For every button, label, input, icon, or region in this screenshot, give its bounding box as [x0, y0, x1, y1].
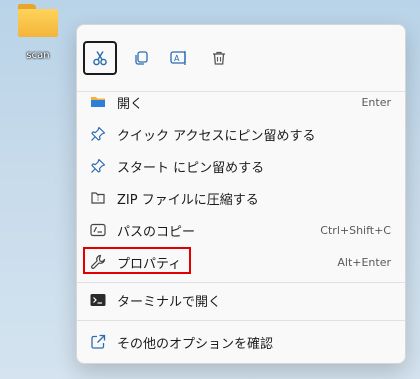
menu-item-compress-zip[interactable]: ZIP ファイルに圧縮する: [81, 182, 401, 214]
separator: [77, 320, 405, 321]
copy-button[interactable]: [125, 42, 157, 74]
rename-icon: A: [170, 51, 186, 65]
context-menu: A 開く Enter クイック アクセスにピン留めする スタート にピン留めする…: [76, 24, 406, 364]
desktop-folder[interactable]: scan: [8, 2, 68, 61]
menu-item-shortcut: Alt+Enter: [337, 255, 391, 269]
zip-icon: [89, 189, 107, 207]
context-menu-icon-bar: A: [77, 25, 405, 91]
menu-item-label: ZIP ファイルに圧縮する: [117, 192, 259, 208]
pin-icon: [89, 125, 107, 143]
menu-item-label: ターミナルで開く: [117, 294, 222, 310]
copy-icon: [135, 51, 148, 65]
menu-item-open-terminal[interactable]: ターミナルで開く: [81, 284, 401, 316]
menu-item-pin-start[interactable]: スタート にピン留めする: [81, 150, 401, 182]
menu-item-open[interactable]: 開く Enter: [81, 86, 401, 118]
folder-icon: [16, 2, 60, 38]
copy-path-icon: [89, 221, 107, 239]
menu-item-label: クイック アクセスにピン留めする: [117, 128, 316, 144]
share-icon: [89, 333, 107, 351]
menu-item-shortcut: Enter: [361, 95, 391, 109]
menu-item-label: その他のオプションを確認: [117, 336, 274, 352]
menu-item-shortcut: Ctrl+Shift+C: [320, 223, 391, 237]
delete-icon: [213, 51, 225, 65]
terminal-icon: [89, 291, 107, 309]
menu-item-copy-path[interactable]: パスのコピー Ctrl+Shift+C: [81, 214, 401, 246]
folder-open-icon: [89, 93, 107, 111]
desktop-folder-label: scan: [26, 50, 50, 61]
delete-button[interactable]: [203, 42, 235, 74]
rename-button[interactable]: A: [163, 42, 195, 74]
separator: [77, 282, 405, 283]
menu-item-properties[interactable]: プロパティ Alt+Enter: [81, 246, 401, 278]
menu-item-pin-quick-access[interactable]: クイック アクセスにピン留めする: [81, 118, 401, 150]
cut-icon: [93, 51, 107, 66]
menu-item-more-options[interactable]: その他のオプションを確認: [81, 326, 401, 358]
svg-text:A: A: [174, 54, 180, 63]
pin-icon: [89, 157, 107, 175]
menu-item-label: パスのコピー: [117, 224, 196, 240]
menu-item-label: プロパティ: [117, 256, 182, 272]
menu-item-label: 開く: [117, 96, 144, 112]
cut-button[interactable]: [83, 41, 117, 75]
wrench-icon: [89, 253, 107, 271]
menu-item-label: スタート にピン留めする: [117, 160, 265, 176]
